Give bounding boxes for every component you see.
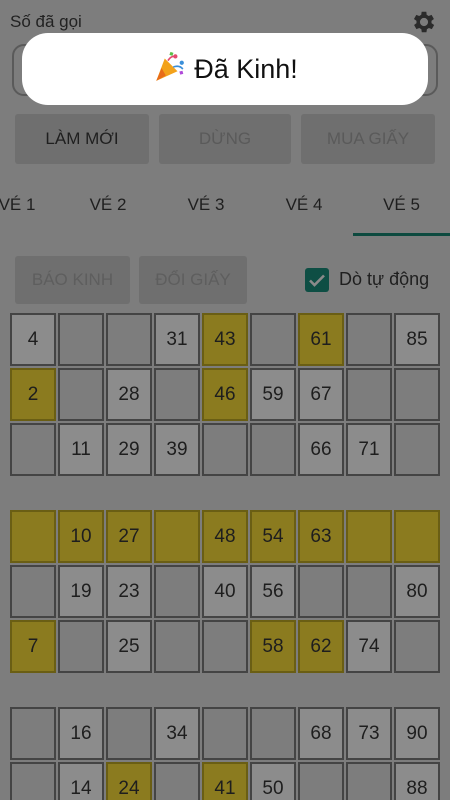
ticket-cell[interactable]: 74 <box>346 620 392 673</box>
ticket-cell[interactable] <box>10 510 56 563</box>
ticket-cell[interactable]: 25 <box>106 620 152 673</box>
ticket-cell[interactable]: 14 <box>58 762 104 800</box>
tab-ticket-3[interactable]: VÉ 3 <box>163 176 249 236</box>
ticket-cell[interactable]: 48 <box>202 510 248 563</box>
ticket-cell[interactable] <box>346 368 392 421</box>
ticket-cell[interactable]: 10 <box>58 510 104 563</box>
tab-ticket-5[interactable]: VÉ 5 <box>353 176 450 236</box>
ticket-cell[interactable]: 29 <box>106 423 152 476</box>
ticket-cell[interactable]: 67 <box>298 368 344 421</box>
ticket-cell[interactable]: 39 <box>154 423 200 476</box>
party-popper-icon <box>156 51 185 81</box>
ticket-cell[interactable]: 4 <box>10 313 56 366</box>
ticket-cell[interactable]: 50 <box>250 762 296 800</box>
ticket-cell[interactable] <box>202 707 248 760</box>
ticket-tabs: VÉ 1 VÉ 2 VÉ 3 VÉ 4 VÉ 5 <box>0 176 450 236</box>
ticket-cell[interactable] <box>346 762 392 800</box>
ticket-cell[interactable]: 2 <box>10 368 56 421</box>
ticket-cell[interactable] <box>106 707 152 760</box>
ticket-cell[interactable] <box>154 510 200 563</box>
ticket-cell[interactable] <box>154 368 200 421</box>
ticket-cell[interactable]: 34 <box>154 707 200 760</box>
ticket-cell[interactable]: 59 <box>250 368 296 421</box>
ticket-cell[interactable] <box>298 762 344 800</box>
ticket-cell[interactable]: 16 <box>58 707 104 760</box>
ticket-cell[interactable] <box>250 313 296 366</box>
ticket-cell[interactable] <box>394 368 440 421</box>
ticket-cell[interactable]: 73 <box>346 707 392 760</box>
called-numbers-label: Số đã gọi <box>10 12 82 31</box>
ticket-cell[interactable] <box>58 368 104 421</box>
ticket-cell[interactable]: 56 <box>250 565 296 618</box>
ticket-cell[interactable] <box>10 423 56 476</box>
ticket-cell[interactable]: 40 <box>202 565 248 618</box>
ticket-cell[interactable] <box>346 313 392 366</box>
ticket-cell[interactable]: 80 <box>394 565 440 618</box>
ticket-cell[interactable] <box>10 707 56 760</box>
ticket-cell[interactable]: 46 <box>202 368 248 421</box>
ticket-cell[interactable]: 41 <box>202 762 248 800</box>
auto-check-label: Dò tự động <box>339 269 430 289</box>
report-win-button[interactable]: BÁO KINH <box>15 256 130 304</box>
ticket-cell[interactable] <box>154 620 200 673</box>
ticket-cell[interactable] <box>58 313 104 366</box>
ticket-cell[interactable]: 31 <box>154 313 200 366</box>
ticket-cell[interactable]: 7 <box>10 620 56 673</box>
ticket-cell[interactable] <box>394 620 440 673</box>
ticket-cell[interactable]: 68 <box>298 707 344 760</box>
tab-ticket-4[interactable]: VÉ 4 <box>261 176 347 236</box>
ticket-cell[interactable]: 43 <box>202 313 248 366</box>
control-buttons: LÀM MỚI DỪNG MUA GIẤY <box>0 114 450 164</box>
ticket-cell[interactable] <box>250 423 296 476</box>
ticket-cell[interactable]: 58 <box>250 620 296 673</box>
ticket-cell[interactable] <box>346 565 392 618</box>
ticket-cell[interactable]: 66 <box>298 423 344 476</box>
ticket-cell[interactable]: 85 <box>394 313 440 366</box>
win-toast: Đã Kinh! <box>22 33 428 105</box>
ticket-cell[interactable] <box>154 565 200 618</box>
ticket-cell[interactable] <box>250 707 296 760</box>
ticket-cell[interactable]: 27 <box>106 510 152 563</box>
ticket-cell[interactable]: 90 <box>394 707 440 760</box>
ticket-cell[interactable] <box>346 510 392 563</box>
ticket-cell[interactable] <box>106 313 152 366</box>
toast-message: Đã Kinh! <box>194 54 298 84</box>
ticket-cell[interactable] <box>154 762 200 800</box>
ticket-cell[interactable] <box>10 565 56 618</box>
ticket-cell[interactable]: 24 <box>106 762 152 800</box>
ticket-cell[interactable] <box>10 762 56 800</box>
ticket-cell[interactable]: 61 <box>298 313 344 366</box>
ticket-cell[interactable]: 63 <box>298 510 344 563</box>
ticket-cell[interactable] <box>394 510 440 563</box>
ticket-cell[interactable] <box>202 423 248 476</box>
auto-check-checkbox[interactable] <box>305 268 329 292</box>
buy-paper-button[interactable]: MUA GIẤY <box>301 114 435 164</box>
ticket-cell[interactable]: 19 <box>58 565 104 618</box>
ticket-cell[interactable] <box>58 620 104 673</box>
ticket-cell[interactable]: 71 <box>346 423 392 476</box>
tab-ticket-2[interactable]: VÉ 2 <box>65 176 151 236</box>
checkmark-icon <box>309 274 325 287</box>
ticket-cell[interactable] <box>394 423 440 476</box>
ticket-cell[interactable]: 28 <box>106 368 152 421</box>
ticket-cell[interactable]: 23 <box>106 565 152 618</box>
stop-button[interactable]: DỪNG <box>159 114 291 164</box>
change-paper-button[interactable]: ĐỔI GIẤY <box>139 256 247 304</box>
ticket-cell[interactable]: 11 <box>58 423 104 476</box>
tab-ticket-1[interactable]: VÉ 1 <box>0 176 60 236</box>
ticket-cell[interactable] <box>298 565 344 618</box>
ticket-cell[interactable]: 54 <box>250 510 296 563</box>
ticket-cell[interactable]: 88 <box>394 762 440 800</box>
refresh-button[interactable]: LÀM MỚI <box>15 114 149 164</box>
ticket-cell[interactable]: 62 <box>298 620 344 673</box>
ticket-actions: BÁO KINH ĐỔI GIẤY Dò tự động <box>0 256 450 304</box>
gear-icon[interactable] <box>410 8 438 36</box>
ticket-cell[interactable] <box>202 620 248 673</box>
